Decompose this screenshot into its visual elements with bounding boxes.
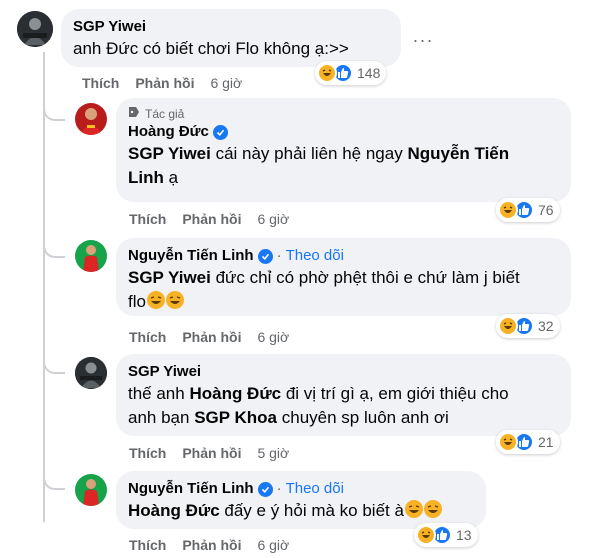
comment-text-segment: đấy e ý hỏi mà ko biết à (219, 501, 404, 520)
thread-connector (43, 348, 65, 374)
commenter-name[interactable]: Hoàng Đức (128, 122, 209, 142)
comment-actions: Thích Phản hồi 6 giờ (82, 74, 242, 92)
comment-text-line: flo (128, 290, 559, 314)
mention-link[interactable]: Hoàng Đức (189, 384, 281, 403)
reply-button[interactable]: Phản hồi (182, 444, 241, 462)
timestamp[interactable]: 6 giờ (210, 74, 242, 92)
timestamp[interactable]: 6 giờ (257, 210, 289, 228)
haha-reaction-icon (498, 200, 518, 220)
mention-link[interactable]: SGP Khoa (194, 408, 277, 427)
commenter-name[interactable]: Nguyễn Tiến Linh (128, 479, 254, 499)
comment-text: anh Đức có biết chơi Flo không ạ:>> (73, 37, 389, 61)
reaction-summary[interactable]: 148 (315, 61, 387, 85)
more-options-button[interactable]: ··· (407, 24, 439, 56)
comment-bubble: Tác giả Hoàng Đức SGP Yiwei cái này phải… (116, 98, 571, 202)
mention-link[interactable]: Hoàng Đức (128, 501, 220, 520)
comment-actions: Thích Phản hồi 6 giờ (129, 536, 289, 554)
author-badge-label: Tác giả (145, 107, 185, 121)
commenter-name[interactable]: SGP Yiwei (128, 362, 559, 382)
comment-text-line: Linh ạ (128, 166, 559, 190)
avatar[interactable] (17, 11, 53, 47)
timestamp[interactable]: 6 giờ (257, 536, 289, 554)
comment-text-segment: anh Đức có biết chơi Flo không ạ:>> (73, 39, 349, 58)
haha-reaction-icon (317, 63, 337, 83)
mention-link[interactable]: SGP Yiwei (128, 144, 211, 163)
reply-button[interactable]: Phản hồi (135, 74, 194, 92)
reply-button[interactable]: Phản hồi (182, 210, 241, 228)
verified-badge-icon (212, 124, 228, 140)
commenter-name[interactable]: Nguyễn Tiến Linh (128, 246, 254, 266)
like-button[interactable]: Thích (129, 210, 166, 228)
commenter-name-row: Nguyễn Tiến Linh · Theo dõi (128, 479, 474, 499)
laughing-emoji-icon (146, 291, 165, 309)
more-icon: ··· (412, 29, 434, 50)
timestamp[interactable]: 5 giờ (257, 444, 289, 462)
reaction-summary[interactable]: 76 (496, 198, 560, 222)
author-badge: Tác giả (128, 106, 559, 122)
comment-actions: Thích Phản hồi 6 giờ (129, 210, 289, 228)
reaction-count: 13 (456, 527, 472, 543)
commenter-name-row: Nguyễn Tiến Linh · Theo dõi (128, 246, 559, 266)
like-button[interactable]: Thích (129, 444, 166, 462)
thread-line (43, 52, 45, 522)
comment-bubble: SGP Yiwei thế anh Hoàng Đức đi vị trí gì… (116, 354, 571, 436)
author-badge-icon (128, 106, 140, 122)
reaction-count: 32 (538, 318, 554, 334)
comment-bubble: SGP Yiwei anh Đức có biết chơi Flo không… (61, 9, 401, 67)
comment-text-segment: ạ (163, 168, 179, 187)
comment-text-segment: cái này phải liên hệ ngay (210, 144, 408, 163)
thread-connector (43, 232, 65, 258)
haha-reaction-icon (498, 316, 518, 336)
follow-button[interactable]: Theo dõi (286, 246, 344, 266)
separator-dot: · (276, 480, 282, 497)
haha-reaction-icon (498, 432, 518, 452)
laughing-emoji-icon (404, 500, 423, 518)
like-button[interactable]: Thích (82, 74, 119, 92)
avatar[interactable] (75, 357, 107, 389)
comment-text-segment: anh bạn (128, 408, 195, 427)
mention-link[interactable]: Linh (128, 168, 164, 187)
comment-text-line: Hoàng Đức đấy e ý hỏi mà ko biết à (128, 499, 474, 523)
reply-button[interactable]: Phản hồi (182, 328, 241, 346)
comment-text-segment: đức chỉ có phờ phệt thôi e chứ làm j biế… (210, 268, 520, 287)
avatar[interactable] (75, 103, 107, 135)
reaction-summary[interactable]: 13 (414, 523, 478, 547)
reaction-count: 148 (357, 65, 381, 81)
thread-connector (43, 95, 65, 121)
haha-reaction-icon (416, 525, 436, 545)
comment-bubble: Nguyễn Tiến Linh · Theo dõi Hoàng Đức đấ… (116, 471, 486, 529)
laughing-emoji-icon (165, 291, 184, 309)
comment-bubble: Nguyễn Tiến Linh · Theo dõi SGP Yiwei đứ… (116, 238, 571, 316)
comment-text-line: anh bạn SGP Khoa chuyên sp luôn anh ơi (128, 406, 559, 430)
comment-text-segment: chuyên sp luôn anh ơi (277, 408, 449, 427)
commenter-name-row: Hoàng Đức (128, 122, 559, 142)
thread-connector (43, 464, 65, 490)
laughing-emoji-icon (423, 500, 442, 518)
comment-text-line: SGP Yiwei cái này phải liên hệ ngay Nguy… (128, 142, 559, 166)
verified-badge-icon (257, 481, 273, 497)
reaction-count: 76 (538, 202, 554, 218)
like-button[interactable]: Thích (129, 328, 166, 346)
separator-dot: · (276, 247, 282, 264)
comment-text-segment: flo (128, 292, 146, 311)
reaction-count: 21 (538, 434, 554, 450)
timestamp[interactable]: 6 giờ (257, 328, 289, 346)
comment-actions: Thích Phản hồi 6 giờ (129, 328, 289, 346)
commenter-name[interactable]: SGP Yiwei (73, 17, 389, 37)
comment-text-line: SGP Yiwei đức chỉ có phờ phệt thôi e chứ… (128, 266, 559, 290)
avatar[interactable] (75, 474, 107, 506)
verified-badge-icon (257, 248, 273, 264)
reply-button[interactable]: Phản hồi (182, 536, 241, 554)
comment-actions: Thích Phản hồi 5 giờ (129, 444, 289, 462)
avatar[interactable] (75, 240, 107, 272)
comment-text-line: thế anh Hoàng Đức đi vị trí gì ạ, em giớ… (128, 382, 559, 406)
comment-text-segment: thế anh (128, 384, 190, 403)
like-button[interactable]: Thích (129, 536, 166, 554)
reaction-summary[interactable]: 32 (496, 314, 560, 338)
comment-text-segment: đi vị trí gì ạ, em giới thiệu cho (281, 384, 509, 403)
mention-link[interactable]: Nguyễn Tiến (407, 144, 509, 163)
follow-button[interactable]: Theo dõi (286, 479, 344, 499)
reaction-summary[interactable]: 21 (496, 430, 560, 454)
mention-link[interactable]: SGP Yiwei (128, 268, 211, 287)
